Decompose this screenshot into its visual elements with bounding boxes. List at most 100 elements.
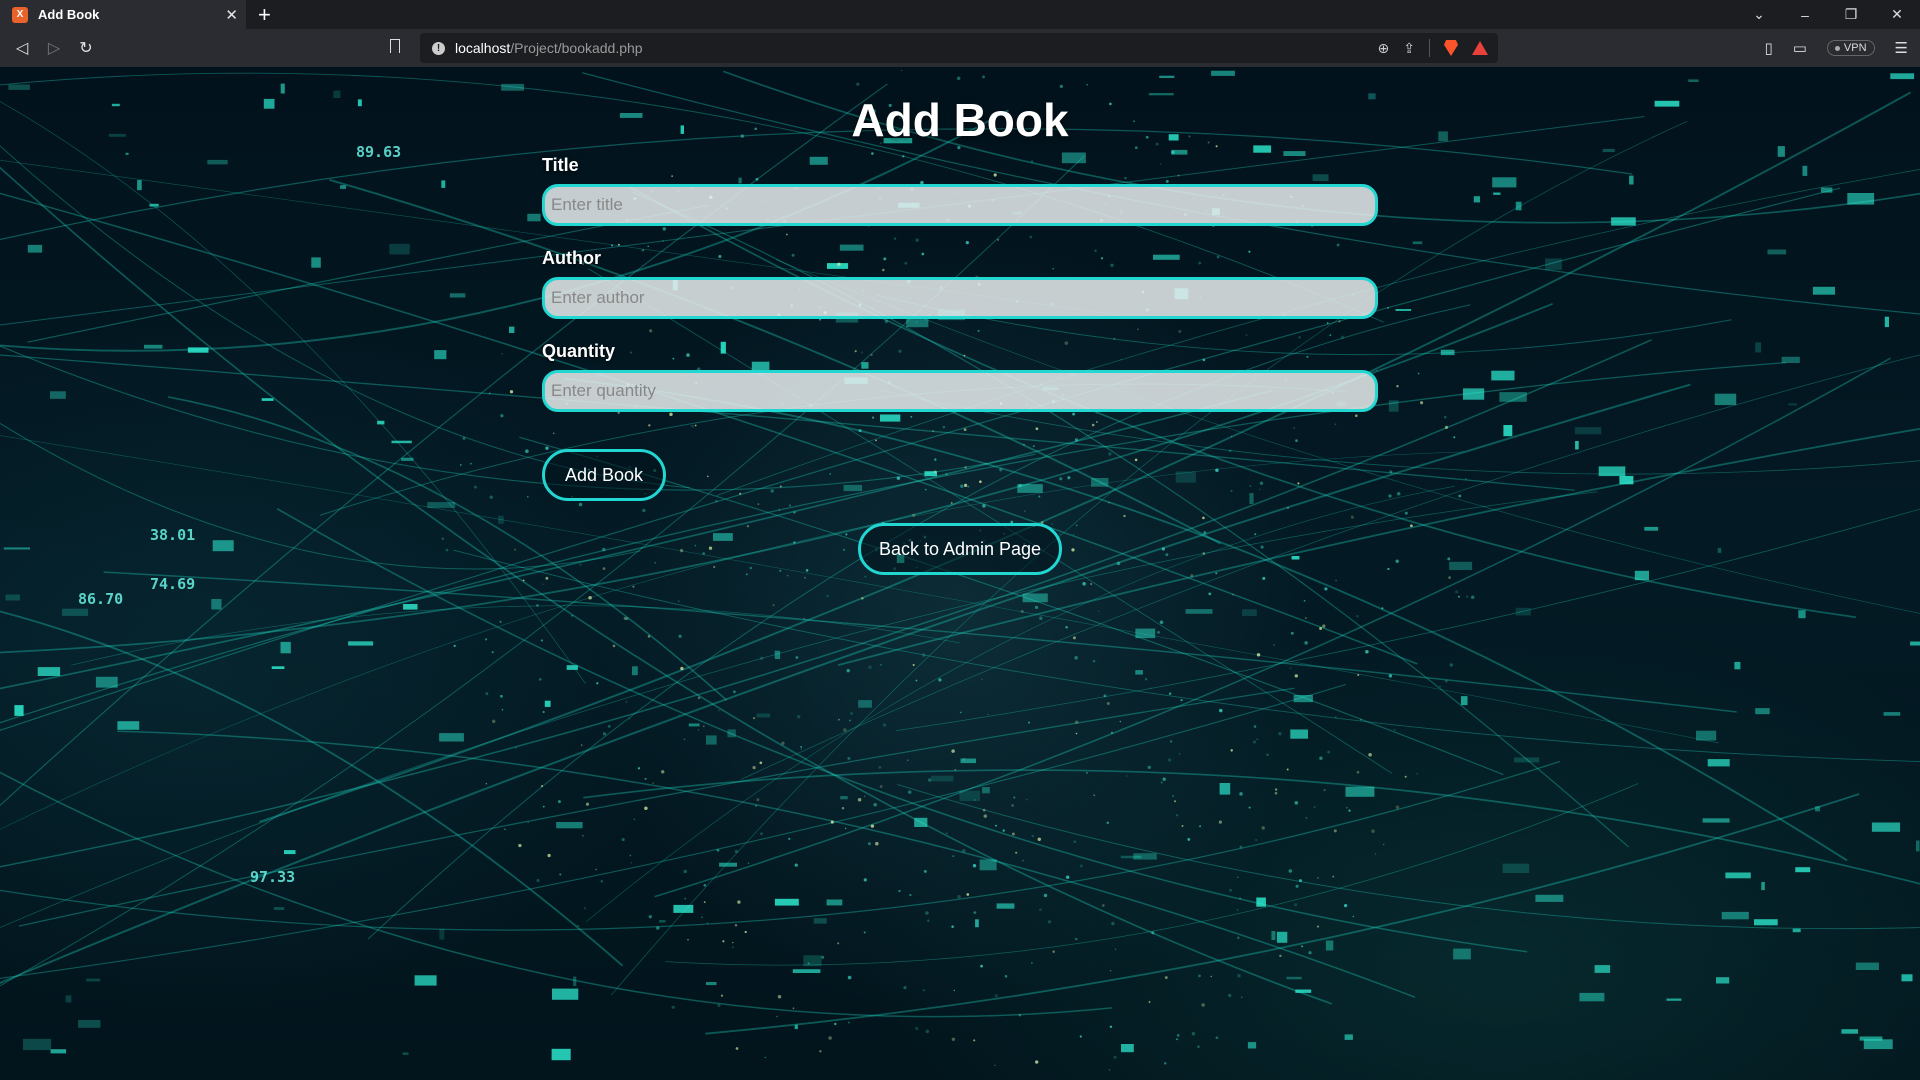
globe-particle <box>903 985 907 990</box>
globe-particle <box>1319 627 1323 630</box>
globe-particle <box>778 509 781 511</box>
globe-particle <box>1134 458 1138 462</box>
background-glow-block <box>1293 695 1313 703</box>
background-glow-block <box>340 185 347 189</box>
background-glow-block <box>1022 593 1048 603</box>
globe-particle <box>925 911 929 915</box>
globe-particle <box>934 458 937 461</box>
globe-particle <box>1159 620 1164 625</box>
globe-particle <box>732 941 734 944</box>
globe-particle <box>1313 806 1316 808</box>
globe-particle <box>789 504 791 507</box>
title-input[interactable] <box>542 184 1378 226</box>
globe-particle <box>1256 738 1258 740</box>
globe-particle <box>882 723 887 727</box>
back-icon[interactable]: ◁ <box>6 38 38 58</box>
new-tab-icon[interactable]: + <box>258 3 271 26</box>
globe-particle <box>803 617 806 620</box>
globe-particle <box>1333 829 1337 833</box>
background-glow-block <box>434 350 447 360</box>
globe-particle <box>1031 962 1033 964</box>
globe-particle <box>500 694 503 698</box>
globe-particle <box>621 838 625 842</box>
author-input[interactable] <box>542 277 1378 319</box>
globe-particle <box>459 464 462 466</box>
background-glow-block <box>403 604 418 610</box>
globe-particle <box>1027 483 1030 486</box>
forward-icon[interactable]: ▷ <box>38 38 70 58</box>
background-glow-block <box>1634 570 1649 581</box>
wallet-icon[interactable]: ▭ <box>1793 39 1807 57</box>
background-glow-block <box>348 641 374 646</box>
globe-particle <box>1072 636 1076 640</box>
globe-particle <box>896 476 901 480</box>
background-glow-block <box>566 665 578 670</box>
brave-shields-icon[interactable] <box>1444 40 1458 56</box>
globe-particle <box>985 463 987 465</box>
background-glow-block <box>1502 863 1530 873</box>
quantity-input[interactable] <box>542 370 1378 412</box>
globe-particle <box>915 679 918 682</box>
globe-particle <box>583 907 587 910</box>
share-icon[interactable]: ⇪ <box>1403 40 1415 57</box>
globe-particle <box>1215 468 1219 472</box>
background-glow-block <box>727 729 736 738</box>
globe-particle <box>678 714 680 716</box>
url-text[interactable]: localhost/Project/bookadd.php <box>455 40 643 56</box>
globe-particle <box>1228 449 1232 453</box>
menu-icon[interactable]: ☰ <box>1895 39 1908 57</box>
minimize-icon[interactable]: – <box>1782 7 1828 23</box>
background-glow-block <box>1883 712 1901 716</box>
globe-particle <box>779 569 782 572</box>
globe-particle <box>847 756 851 760</box>
browser-tab[interactable]: X Add Book ✕ <box>0 0 246 29</box>
globe-particle <box>1178 752 1181 755</box>
globe-particle <box>837 942 840 945</box>
globe-particle <box>683 869 687 874</box>
globe-particle <box>1253 725 1257 728</box>
globe-particle <box>1287 506 1289 509</box>
back-to-admin-button[interactable]: Back to Admin Page <box>858 523 1062 575</box>
site-info-icon[interactable]: ! <box>432 41 445 55</box>
brave-rewards-icon[interactable] <box>1472 41 1488 55</box>
background-glow-block <box>1135 670 1143 675</box>
vpn-button[interactable]: VPN <box>1826 40 1875 56</box>
globe-particle <box>878 765 882 769</box>
globe-particle <box>1101 904 1105 907</box>
bookmark-icon[interactable] <box>390 39 400 53</box>
background-glow-block <box>280 83 285 94</box>
globe-particle <box>1079 864 1083 868</box>
zoom-icon[interactable]: ⊕ <box>1378 40 1390 57</box>
globe-particle <box>1202 516 1205 520</box>
background-glow-block <box>1453 948 1471 960</box>
globe-particle <box>1025 798 1028 801</box>
background-glow-block <box>996 903 1015 909</box>
globe-particle <box>1198 974 1201 978</box>
restore-icon[interactable]: ❐ <box>1828 6 1874 23</box>
page-title: Add Book <box>851 94 1069 146</box>
background-glow-block <box>794 1024 798 1030</box>
globe-particle <box>717 709 720 712</box>
background-glow-block <box>14 705 24 716</box>
reload-icon[interactable]: ↻ <box>70 38 102 58</box>
globe-particle <box>1148 1001 1151 1003</box>
globe-particle <box>514 548 516 551</box>
globe-particle <box>518 843 522 848</box>
background-glow-block <box>402 1052 409 1055</box>
globe-particle <box>1266 753 1269 757</box>
close-window-icon[interactable]: ✕ <box>1874 6 1920 23</box>
address-bar[interactable]: ! localhost/Project/bookadd.php ⊕ ⇪ <box>420 33 1498 63</box>
globe-particle <box>841 806 845 810</box>
globe-particle <box>1237 936 1240 939</box>
background-glow-block <box>401 457 414 461</box>
globe-particle <box>1162 777 1166 781</box>
tab-search-chevron-icon[interactable]: ⌄ <box>1736 6 1782 23</box>
sidebar-icon[interactable]: ▯ <box>1764 39 1772 57</box>
close-tab-icon[interactable]: ✕ <box>225 6 238 24</box>
background-glow-block <box>1871 822 1901 832</box>
add-book-button[interactable]: Add Book <box>542 449 666 501</box>
globe-particle <box>1215 572 1218 575</box>
globe-particle <box>1381 607 1384 610</box>
background-glow-block <box>1499 392 1527 402</box>
globe-particle <box>547 853 551 858</box>
